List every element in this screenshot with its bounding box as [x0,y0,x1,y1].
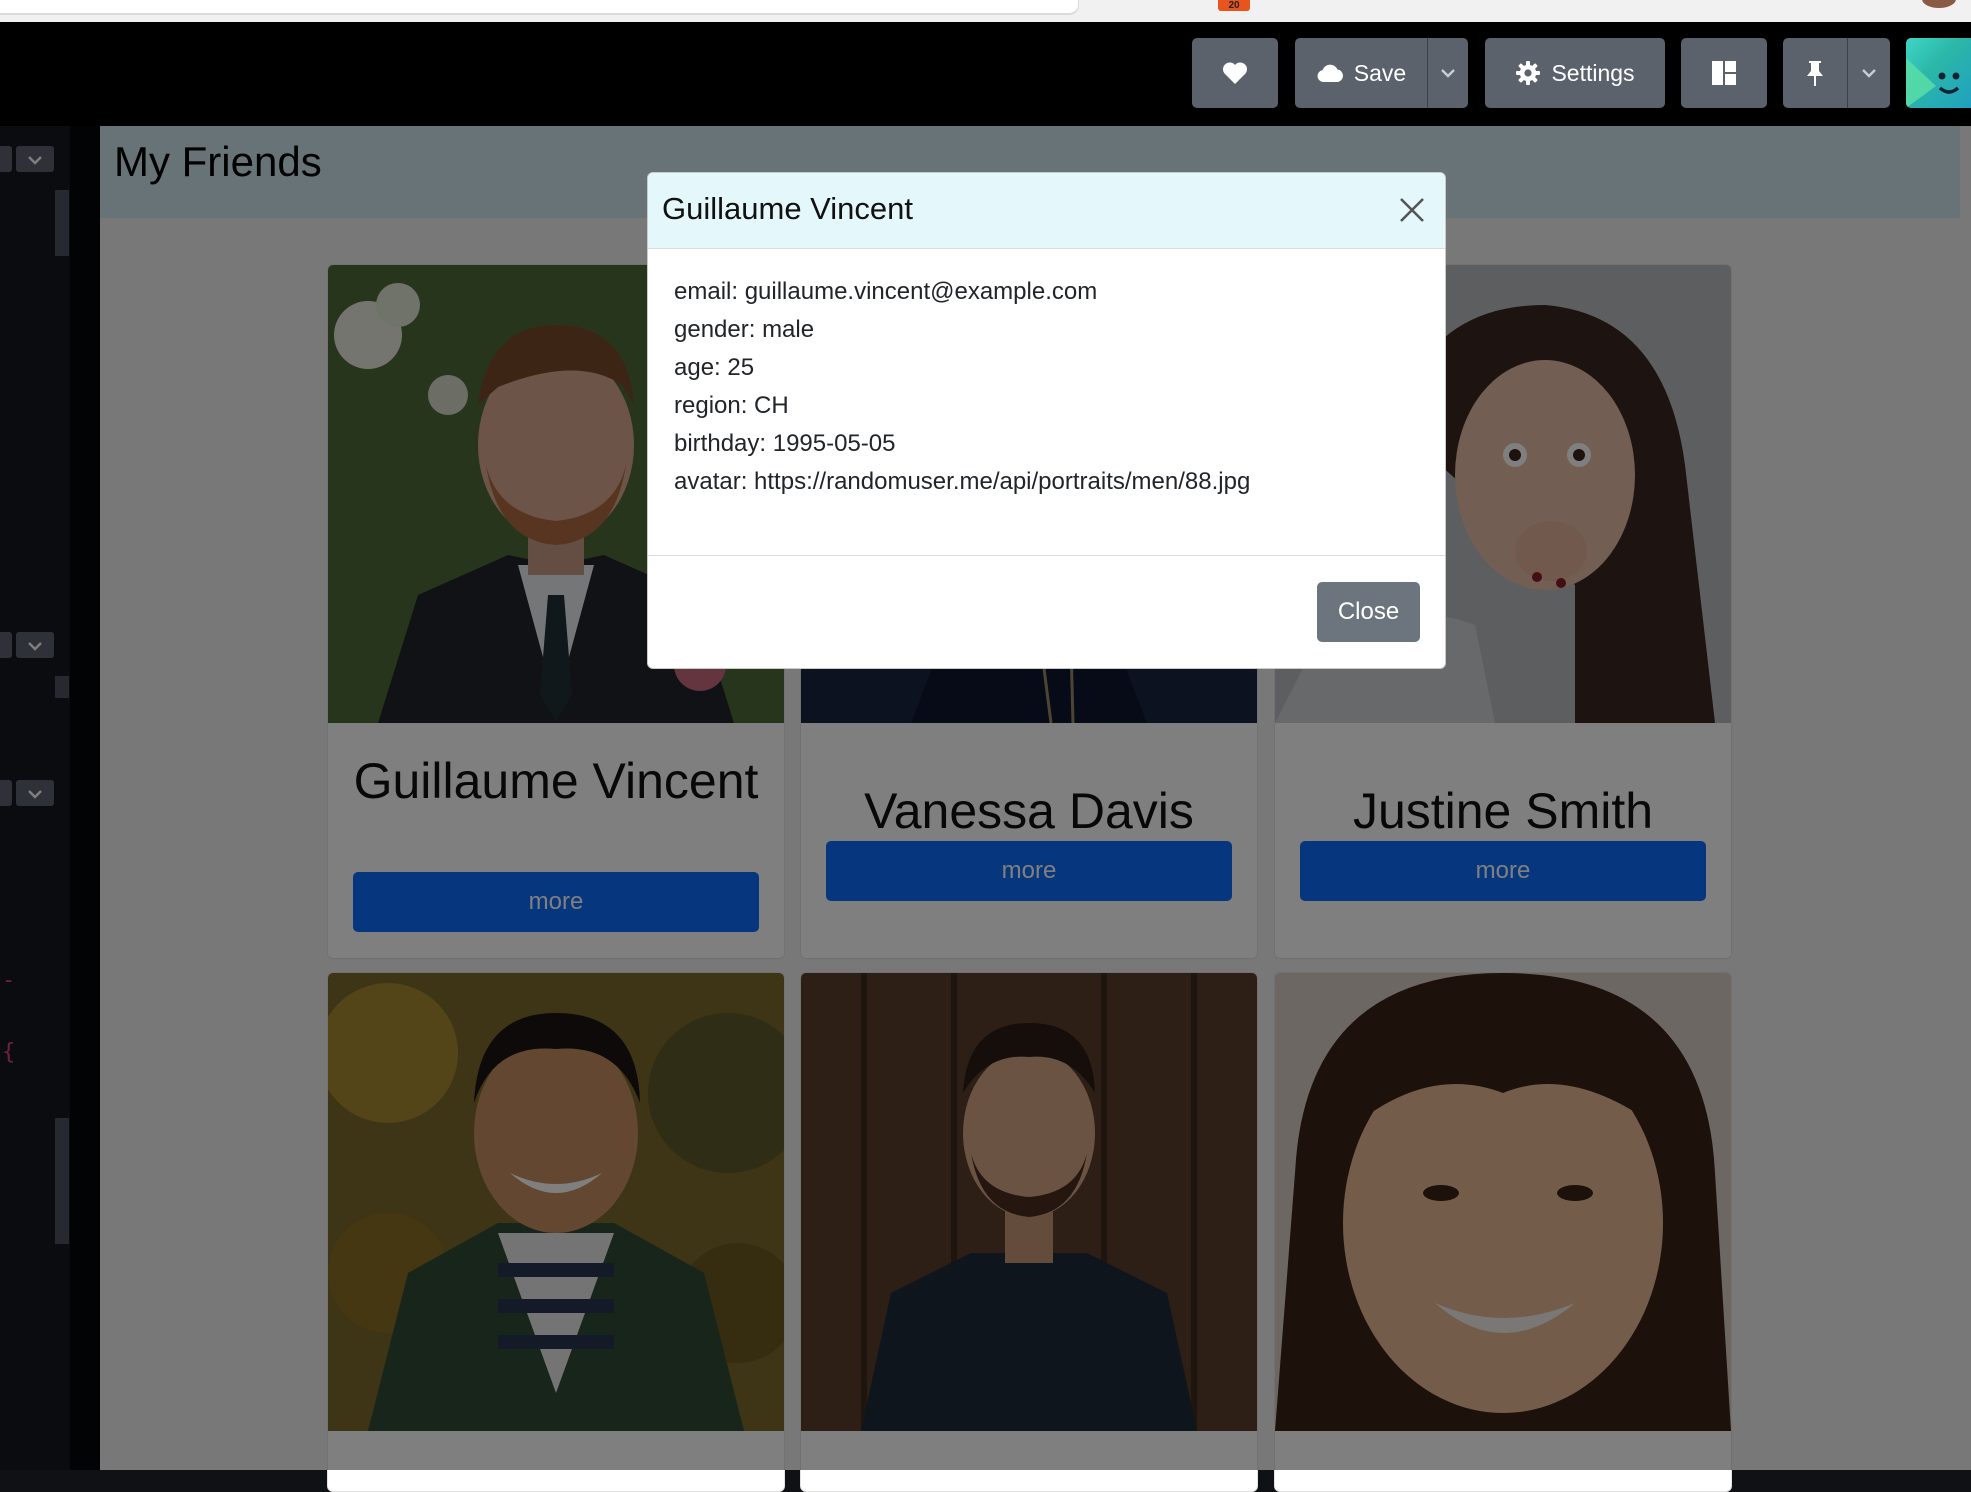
app-toolbar: Save Settings [0,22,1971,126]
modal-footer: Close [648,555,1445,668]
save-label: Save [1353,59,1407,86]
layout-button[interactable] [1681,38,1767,108]
save-button[interactable]: Save [1295,38,1427,108]
pin-icon [1804,59,1826,87]
modal-header: Guillaume Vincent [648,173,1445,249]
address-bar[interactable] [0,0,1079,15]
settings-label: Settings [1551,59,1635,86]
pin-button[interactable] [1783,38,1847,108]
cloud-icon [1316,63,1344,83]
like-button[interactable] [1192,38,1278,108]
email-line: email: guillaume.vincent@example.com [674,278,1098,305]
extension-badge[interactable]: 20 [1218,0,1250,11]
pin-dropdown-button[interactable] [1848,38,1890,108]
modal-body: email: guillaume.vincent@example.com gen… [674,273,1434,501]
heart-icon [1222,61,1248,85]
close-button[interactable]: Close [1317,582,1420,642]
profile-avatar[interactable] [1922,0,1956,8]
friend-details-modal: Guillaume Vincent email: guillaume.vince… [647,172,1446,669]
modal-title: Guillaume Vincent [662,191,914,226]
save-dropdown-button[interactable] [1428,38,1468,108]
chevron-down-icon [1440,68,1456,78]
avatar-line: avatar: https://randomuser.me/api/portra… [674,468,1251,495]
close-icon[interactable] [1389,187,1435,233]
gear-icon [1515,60,1541,86]
layout-icon [1711,60,1737,86]
birthday-line: birthday: 1995-05-05 [674,430,896,457]
chevron-down-icon [1861,68,1877,78]
age-line: age: 25 [674,354,755,381]
region-line: region: CH [674,392,789,419]
settings-button[interactable]: Settings [1485,38,1665,108]
user-avatar[interactable] [1906,38,1971,108]
gender-line: gender: male [674,316,815,343]
browser-strip: 20 [0,0,1971,22]
